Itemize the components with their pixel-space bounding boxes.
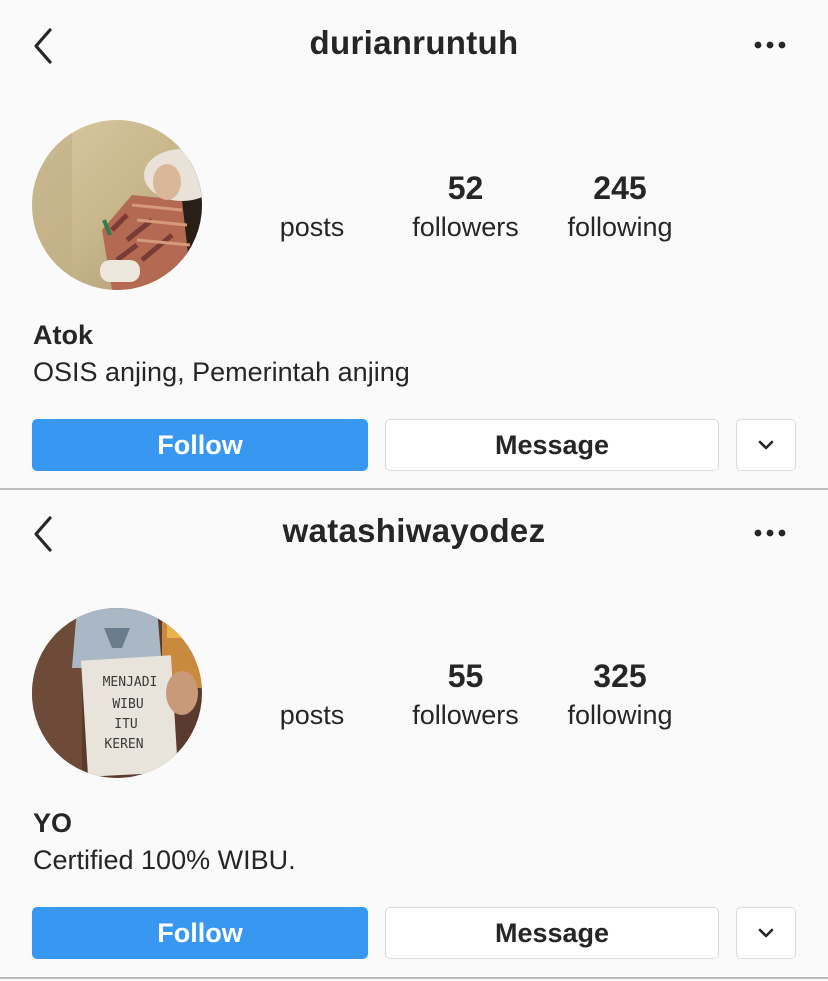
- followers-label: followers: [412, 212, 519, 242]
- followers-count[interactable]: 52 followers: [398, 166, 533, 244]
- following-count[interactable]: 325 following: [550, 654, 690, 732]
- suggestions-dropdown-button[interactable]: [736, 419, 796, 471]
- followers-value: 55: [447, 658, 484, 694]
- following-count[interactable]: 245 following: [550, 166, 690, 244]
- message-button[interactable]: Message: [385, 419, 719, 471]
- posts-value: [262, 654, 362, 698]
- more-options-icon[interactable]: [750, 518, 790, 548]
- following-value: 245: [593, 170, 647, 206]
- profile-bio: OSIS anjing, Pemerintah anjing: [33, 357, 410, 387]
- more-options-icon[interactable]: [750, 30, 790, 60]
- chevron-down-icon: [758, 928, 774, 938]
- svg-text:MENJADI: MENJADI: [103, 675, 158, 690]
- followers-label: followers: [412, 700, 519, 730]
- profile-full-name: YO: [33, 808, 73, 838]
- posts-count: posts: [262, 654, 362, 732]
- posts-label: posts: [279, 700, 345, 730]
- suggestions-dropdown-button[interactable]: [736, 907, 796, 959]
- followers-value: 52: [447, 170, 484, 206]
- profile-bio: Certified 100% WIBU.: [33, 845, 296, 875]
- posts-value: [262, 166, 362, 210]
- svg-text:WIBU: WIBU: [112, 697, 143, 712]
- following-value: 325: [593, 658, 647, 694]
- svg-text:KEREN: KEREN: [104, 737, 143, 752]
- follow-button[interactable]: Follow: [32, 419, 368, 471]
- posts-count: posts: [262, 166, 362, 244]
- avatar[interactable]: [32, 120, 202, 290]
- profile-card: watashiwayodez MENJADI WIBU ITU KEREN po…: [0, 488, 828, 976]
- chevron-down-icon: [758, 440, 774, 450]
- section-divider: [0, 977, 828, 979]
- profile-username: watashiwayodez: [282, 512, 546, 549]
- avatar[interactable]: MENJADI WIBU ITU KEREN: [32, 608, 202, 778]
- following-label: following: [567, 700, 673, 730]
- following-label: following: [567, 212, 673, 242]
- svg-text:ITU: ITU: [114, 717, 137, 732]
- profile-card: durianruntuh posts 52 followers 245 foll…: [0, 0, 828, 488]
- posts-label: posts: [279, 212, 345, 242]
- profile-full-name: Atok: [33, 320, 93, 350]
- follow-button[interactable]: Follow: [32, 907, 368, 959]
- profile-username: durianruntuh: [309, 24, 519, 61]
- followers-count[interactable]: 55 followers: [398, 654, 533, 732]
- message-button[interactable]: Message: [385, 907, 719, 959]
